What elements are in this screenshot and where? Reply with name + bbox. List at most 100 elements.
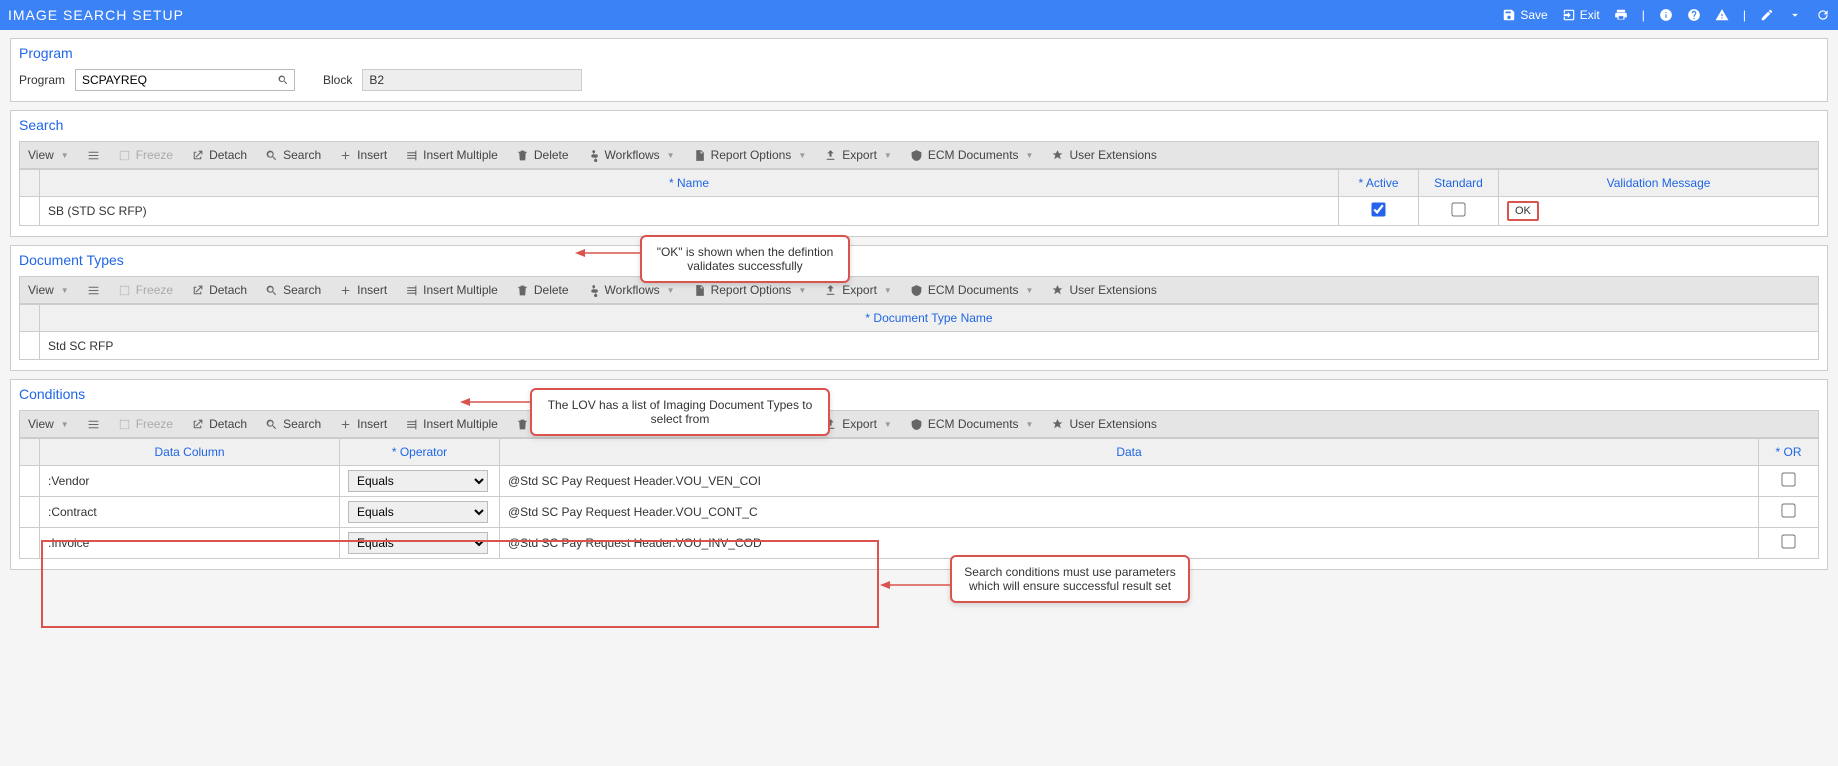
info-button[interactable] bbox=[1659, 8, 1673, 22]
toolbar-format[interactable] bbox=[87, 418, 100, 431]
toolbar-format[interactable] bbox=[87, 284, 100, 297]
toolbar-insert[interactable]: Insert bbox=[339, 148, 387, 162]
col-data[interactable]: Data bbox=[500, 439, 1759, 466]
info-icon bbox=[1659, 8, 1673, 22]
operator-select[interactable]: Equals bbox=[348, 532, 488, 554]
help-icon bbox=[1687, 8, 1701, 22]
table-row[interactable]: SB (STD SC RFP) OK bbox=[20, 197, 1819, 226]
insertm-icon bbox=[405, 418, 418, 431]
chevron-down-icon bbox=[1788, 8, 1802, 22]
toolbar-workflows[interactable]: Workflows▼ bbox=[587, 283, 675, 297]
toolbar-export[interactable]: Export▼ bbox=[824, 148, 892, 162]
toolbar-view[interactable]: View▼ bbox=[28, 283, 69, 297]
cell-data-column: :Vendor bbox=[40, 466, 340, 497]
refresh-button[interactable] bbox=[1816, 8, 1830, 22]
conditions-section-title: Conditions bbox=[19, 386, 1819, 402]
operator-select[interactable]: Equals bbox=[348, 470, 488, 492]
toolbar-search[interactable]: Search bbox=[265, 148, 321, 162]
ext-icon bbox=[1051, 284, 1064, 297]
chevron-down-icon: ▼ bbox=[798, 151, 806, 160]
freeze-icon bbox=[118, 149, 131, 162]
toolbar-ecm-documents[interactable]: ECM Documents▼ bbox=[910, 417, 1034, 431]
chevron-down-icon: ▼ bbox=[667, 151, 675, 160]
warning-button[interactable] bbox=[1715, 8, 1729, 22]
standard-checkbox[interactable] bbox=[1451, 202, 1465, 216]
operator-select[interactable]: Equals bbox=[348, 501, 488, 523]
toolbar-report-options[interactable]: Report Options▼ bbox=[693, 283, 807, 297]
toolbar-export[interactable]: Export▼ bbox=[824, 283, 892, 297]
save-button[interactable]: Save bbox=[1502, 8, 1547, 22]
search-section-title: Search bbox=[19, 117, 1819, 133]
insertm-icon bbox=[405, 284, 418, 297]
toolbar-insert[interactable]: Insert bbox=[339, 417, 387, 431]
toolbar-report-options[interactable]: Report Options▼ bbox=[693, 148, 807, 162]
chevron-down-icon: ▼ bbox=[667, 286, 675, 295]
insert-icon bbox=[339, 418, 352, 431]
or-checkbox[interactable] bbox=[1781, 534, 1795, 548]
search-icon[interactable] bbox=[272, 74, 294, 86]
toolbar-search[interactable]: Search bbox=[265, 417, 321, 431]
program-label: Program bbox=[19, 73, 65, 87]
table-row[interactable]: :VendorEquals@Std SC Pay Request Header.… bbox=[20, 466, 1819, 497]
toolbar-delete[interactable]: Delete bbox=[516, 283, 569, 297]
chevron-down-icon: ▼ bbox=[61, 420, 69, 429]
validation-badge: OK bbox=[1507, 201, 1539, 221]
toolbar-search[interactable]: Search bbox=[265, 283, 321, 297]
exit-button[interactable]: Exit bbox=[1562, 8, 1600, 22]
ext-icon bbox=[1051, 418, 1064, 431]
table-row[interactable]: :InvoiceEquals@Std SC Pay Request Header… bbox=[20, 528, 1819, 559]
table-row[interactable]: :ContractEquals@Std SC Pay Request Heade… bbox=[20, 497, 1819, 528]
active-checkbox[interactable] bbox=[1371, 202, 1385, 216]
doctype-section-title: Document Types bbox=[19, 252, 1819, 268]
insertm-icon bbox=[405, 149, 418, 162]
chevron-down-icon: ▼ bbox=[1026, 420, 1034, 429]
chevron-down-icon: ▼ bbox=[884, 286, 892, 295]
format-icon bbox=[87, 284, 100, 297]
chevron-down-icon: ▼ bbox=[1026, 286, 1034, 295]
col-data-column[interactable]: Data Column bbox=[40, 439, 340, 466]
toolbar-workflows[interactable]: Workflows▼ bbox=[587, 148, 675, 162]
toolbar-detach[interactable]: Detach bbox=[191, 148, 247, 162]
toolbar-insert-multiple[interactable]: Insert Multiple bbox=[405, 148, 498, 162]
col-validation[interactable]: Validation Message bbox=[1499, 170, 1819, 197]
toolbar-user-extensions[interactable]: User Extensions bbox=[1051, 148, 1156, 162]
toolbar-view[interactable]: View▼ bbox=[28, 417, 69, 431]
dropdown-button[interactable] bbox=[1788, 8, 1802, 22]
toolbar-format[interactable] bbox=[87, 149, 100, 162]
edit-button[interactable] bbox=[1760, 8, 1774, 22]
cell-doctype-name: Std SC RFP bbox=[40, 332, 1819, 360]
toolbar-insert-multiple[interactable]: Insert Multiple bbox=[405, 283, 498, 297]
table-row[interactable]: Std SC RFP bbox=[20, 332, 1819, 360]
warning-icon bbox=[1715, 8, 1729, 22]
format-icon bbox=[87, 418, 100, 431]
toolbar-insert[interactable]: Insert bbox=[339, 283, 387, 297]
toolbar-export[interactable]: Export▼ bbox=[824, 417, 892, 431]
toolbar-view[interactable]: View▼ bbox=[28, 148, 69, 162]
toolbar-ecm-documents[interactable]: ECM Documents▼ bbox=[910, 283, 1034, 297]
col-standard[interactable]: Standard bbox=[1419, 170, 1499, 197]
toolbar-detach[interactable]: Detach bbox=[191, 283, 247, 297]
toolbar-ecm-documents[interactable]: ECM Documents▼ bbox=[910, 148, 1034, 162]
toolbar-delete[interactable]: Delete bbox=[516, 148, 569, 162]
col-operator[interactable]: * Operator bbox=[340, 439, 500, 466]
or-checkbox[interactable] bbox=[1781, 503, 1795, 517]
toolbar-detach[interactable]: Detach bbox=[191, 417, 247, 431]
print-button[interactable] bbox=[1614, 8, 1628, 22]
toolbar-freeze: Freeze bbox=[118, 417, 173, 431]
toolbar-user-extensions[interactable]: User Extensions bbox=[1051, 417, 1156, 431]
program-input[interactable] bbox=[76, 70, 272, 90]
freeze-icon bbox=[118, 284, 131, 297]
help-button[interactable] bbox=[1687, 8, 1701, 22]
toolbar-insert-multiple[interactable]: Insert Multiple bbox=[405, 417, 498, 431]
col-doctype-name[interactable]: * Document Type Name bbox=[40, 305, 1819, 332]
col-active[interactable]: * Active bbox=[1339, 170, 1419, 197]
col-name[interactable]: * Name bbox=[40, 170, 1339, 197]
exit-icon bbox=[1562, 8, 1576, 22]
program-lookup[interactable] bbox=[75, 69, 295, 91]
col-or[interactable]: * OR bbox=[1759, 439, 1819, 466]
callout-ok: "OK" is shown when the defintion validat… bbox=[640, 235, 850, 283]
callout-lov: The LOV has a list of Imaging Document T… bbox=[530, 388, 830, 436]
block-label: Block bbox=[323, 73, 352, 87]
toolbar-user-extensions[interactable]: User Extensions bbox=[1051, 283, 1156, 297]
or-checkbox[interactable] bbox=[1781, 472, 1795, 486]
